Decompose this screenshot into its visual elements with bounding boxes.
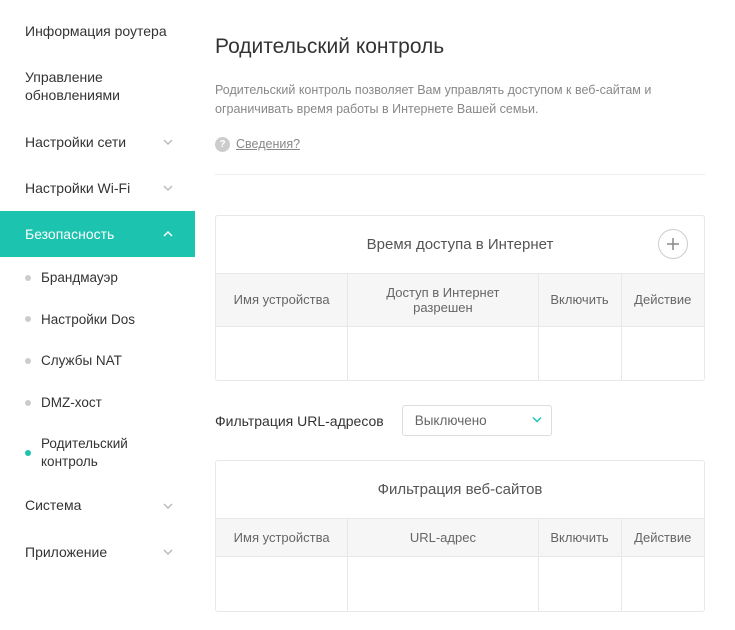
website-filter-table: Имя устройства URL-адрес Включить Действ…	[216, 518, 704, 611]
url-filter-row: Фильтрация URL-адресов Выключено	[215, 405, 705, 436]
chevron-down-icon	[161, 181, 175, 195]
sidebar-item-parental-control[interactable]: Родительский контроль	[0, 423, 195, 482]
panel-title: Фильтрация веб-сайтов	[378, 481, 543, 498]
page-title: Родительский контроль	[215, 35, 705, 59]
col-device-name: Имя устройства	[216, 519, 348, 557]
main-content: Родительский контроль Родительский контр…	[195, 0, 735, 630]
chevron-down-icon	[161, 135, 175, 149]
website-filter-panel: Фильтрация веб-сайтов Имя устройства URL…	[215, 460, 705, 612]
sidebar-item-update-mgmt[interactable]: Управление обновлениями	[0, 54, 195, 118]
divider	[215, 174, 705, 175]
sidebar-item-dos[interactable]: Настройки Dos	[0, 299, 195, 341]
col-action: Действие	[621, 519, 704, 557]
sidebar-item-security[interactable]: Безопасность	[0, 211, 195, 257]
bullet-icon	[25, 316, 31, 322]
table-row	[216, 326, 704, 380]
sidebar-item-wifi[interactable]: Настройки Wi-Fi	[0, 165, 195, 211]
sidebar: Информация роутера Управление обновления…	[0, 0, 195, 630]
url-filter-label: Фильтрация URL-адресов	[215, 413, 384, 429]
table-row	[216, 557, 704, 611]
sidebar-item-router-info[interactable]: Информация роутера	[0, 8, 195, 54]
bullet-icon	[25, 450, 31, 456]
sidebar-item-system[interactable]: Система	[0, 482, 195, 528]
info-icon: ?	[215, 137, 230, 152]
bullet-icon	[25, 400, 31, 406]
info-link[interactable]: Сведения?	[236, 137, 300, 151]
col-access-allowed: Доступ в Интернет разрешен	[348, 273, 538, 326]
url-filter-select[interactable]: Выключено	[402, 405, 552, 436]
internet-access-table: Имя устройства Доступ в Интернет разреше…	[216, 273, 704, 381]
add-button[interactable]	[658, 229, 688, 259]
col-url: URL-адрес	[348, 519, 538, 557]
sidebar-item-dmz[interactable]: DMZ-хост	[0, 382, 195, 424]
col-enable: Включить	[538, 519, 621, 557]
sidebar-item-application[interactable]: Приложение	[0, 529, 195, 575]
col-enable: Включить	[538, 273, 621, 326]
sidebar-item-network[interactable]: Настройки сети	[0, 119, 195, 165]
plus-icon	[666, 237, 680, 251]
bullet-icon	[25, 358, 31, 364]
col-device-name: Имя устройства	[216, 273, 348, 326]
col-action: Действие	[621, 273, 704, 326]
chevron-down-icon	[531, 413, 543, 428]
page-description: Родительский контроль позволяет Вам упра…	[215, 81, 705, 119]
panel-title: Время доступа в Интернет	[367, 236, 554, 253]
chevron-up-icon	[161, 227, 175, 241]
internet-access-time-panel: Время доступа в Интернет Имя устройства …	[215, 215, 705, 382]
bullet-icon	[25, 275, 31, 281]
sidebar-item-nat[interactable]: Службы NAT	[0, 340, 195, 382]
chevron-down-icon	[161, 499, 175, 513]
sidebar-item-firewall[interactable]: Брандмауэр	[0, 257, 195, 299]
chevron-down-icon	[161, 545, 175, 559]
